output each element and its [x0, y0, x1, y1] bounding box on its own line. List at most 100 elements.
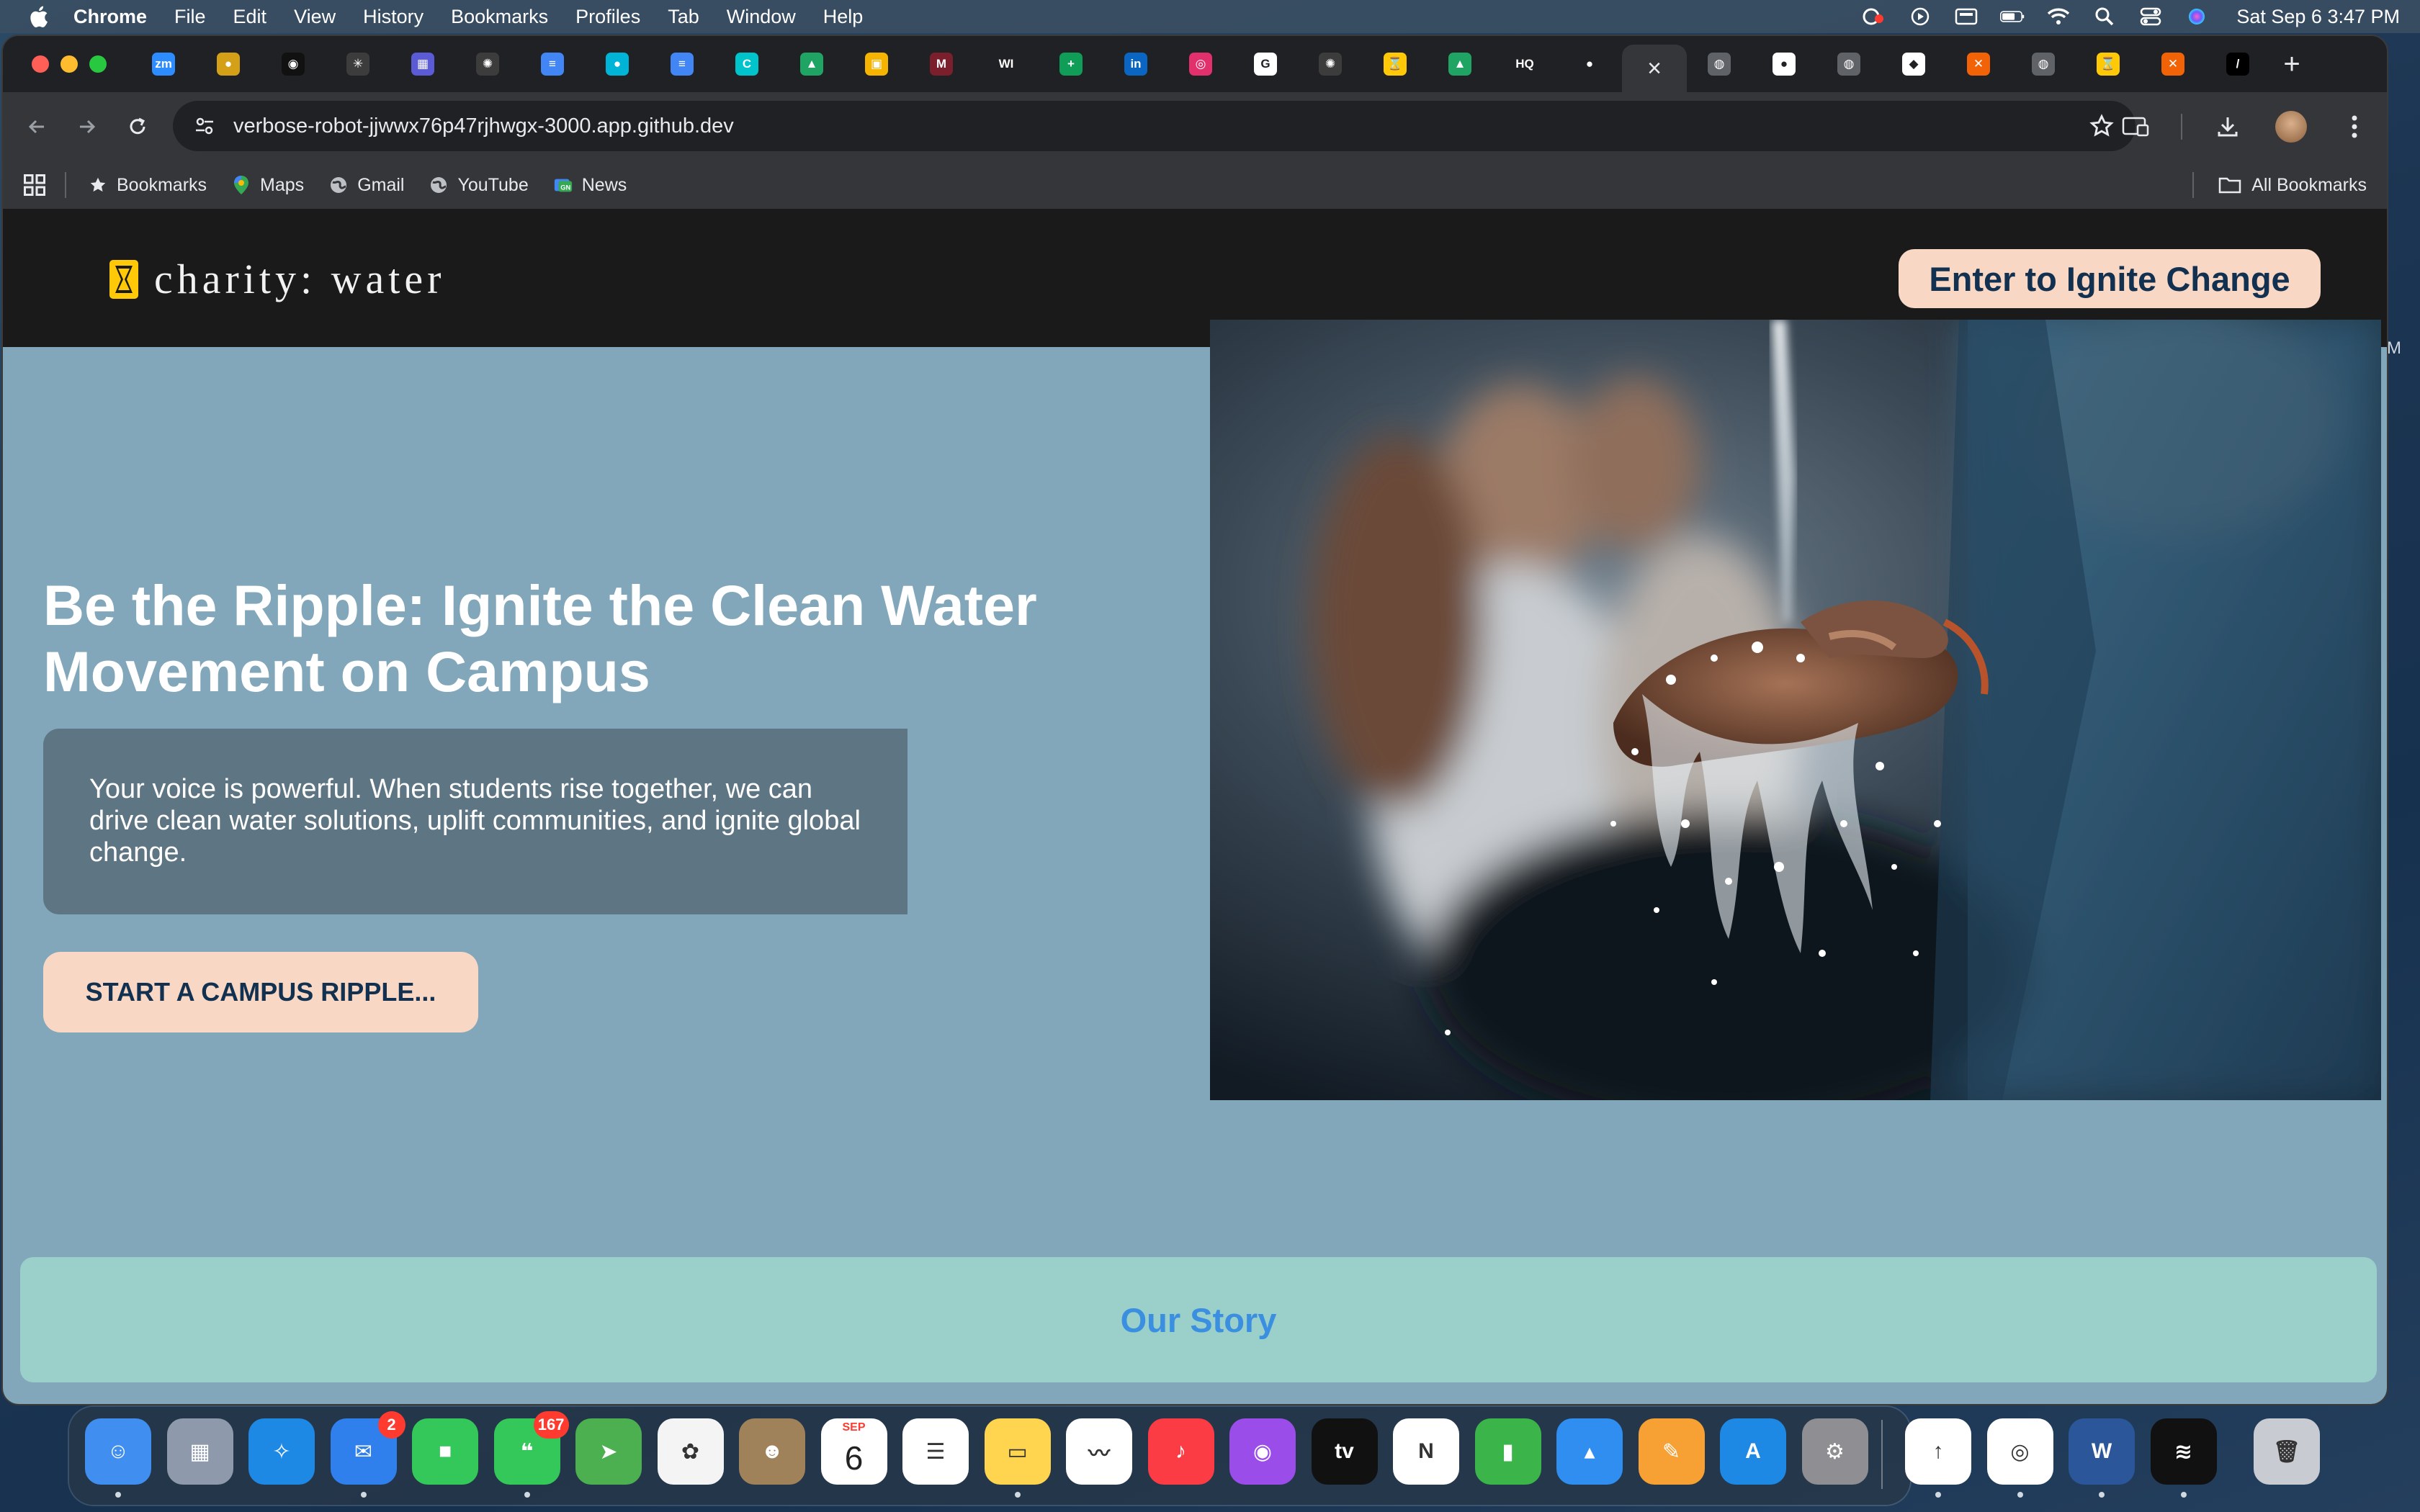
apps-grid-icon[interactable] — [22, 172, 48, 198]
zoom-window-button[interactable] — [89, 55, 107, 73]
contacts-app-icon[interactable]: ☻ — [739, 1418, 805, 1485]
menu-window[interactable]: Window — [727, 6, 796, 28]
app-store-app-icon[interactable]: A — [1720, 1418, 1786, 1485]
system-settings-app-icon[interactable]: ⚙ — [1801, 1418, 1868, 1485]
browser-tab[interactable]: ● — [196, 42, 261, 86]
browser-tab[interactable]: ✕ — [2141, 42, 2205, 86]
trash-app-icon[interactable]: 🗑 — [2254, 1418, 2320, 1485]
menu-history[interactable]: History — [363, 6, 424, 28]
all-bookmarks-button[interactable]: All Bookmarks — [2218, 175, 2367, 196]
facetime-app-icon[interactable]: ■ — [412, 1418, 478, 1485]
menu-app-name[interactable]: Chrome — [73, 6, 147, 28]
minimize-window-button[interactable] — [60, 55, 78, 73]
site-logo[interactable]: charity: water — [108, 255, 445, 303]
browser-tab[interactable]: ≡ — [520, 42, 585, 86]
spotify-app-icon[interactable]: ≋ — [2150, 1418, 2217, 1498]
chrome-app-icon[interactable]: ◎ — [1986, 1418, 2053, 1498]
menu-file[interactable]: File — [174, 6, 206, 28]
menu-help[interactable]: Help — [823, 6, 864, 28]
download-icon[interactable] — [2210, 102, 2246, 152]
bookmark-news[interactable]: GN News — [553, 175, 627, 196]
browser-tab[interactable]: ● — [1557, 42, 1622, 86]
start-campus-ripple-button[interactable]: START A CAMPUS RIPPLE... — [43, 952, 478, 1032]
menu-edit[interactable]: Edit — [233, 6, 267, 28]
bookmark-maps[interactable]: Maps — [231, 175, 304, 196]
search-icon[interactable] — [2092, 6, 2117, 27]
kebab-menu-icon[interactable] — [2336, 102, 2372, 152]
music-app-icon[interactable]: ♪ — [1147, 1418, 1214, 1485]
keynote-app-icon[interactable]: ▴ — [1556, 1418, 1623, 1485]
menu-profiles[interactable]: Profiles — [575, 6, 640, 28]
browser-tab[interactable]: ◍ — [1687, 42, 1752, 86]
profile-avatar[interactable] — [2273, 102, 2309, 152]
play-icon[interactable] — [1908, 6, 1932, 27]
browser-tab[interactable]: zm — [131, 42, 196, 86]
photos-app-icon[interactable]: ✿ — [657, 1418, 724, 1485]
news-app-icon[interactable]: N — [1393, 1418, 1459, 1485]
display-icon[interactable] — [1954, 6, 1978, 27]
control-center-icon[interactable] — [2138, 6, 2163, 27]
freeform-app-icon[interactable]: 〰 — [1066, 1418, 1132, 1485]
browser-tab[interactable]: ◎ — [1168, 42, 1233, 86]
maps-app-icon[interactable]: ➤ — [575, 1418, 642, 1485]
close-icon[interactable]: × — [1647, 55, 1662, 83]
browser-tab[interactable]: G — [1233, 42, 1298, 86]
address-bar[interactable]: verbose-robot-jjwwx76p47rjhwgx-3000.app.… — [173, 101, 2136, 151]
browser-tab[interactable]: ✺ — [1298, 42, 1363, 86]
tv-app-icon[interactable]: tv — [1311, 1418, 1378, 1485]
browser-tab[interactable]: ✺ — [455, 42, 520, 86]
our-story-section[interactable]: Our Story — [20, 1257, 2377, 1382]
browser-tab[interactable]: M — [909, 42, 974, 86]
browser-tab[interactable]: ● — [1752, 42, 1816, 86]
browser-tab[interactable]: ⌛ — [1363, 42, 1428, 86]
numbers-app-icon[interactable]: ▮ — [1474, 1418, 1541, 1485]
browser-tab[interactable]: ● — [585, 42, 650, 86]
browser-tab[interactable]: in — [1103, 42, 1168, 86]
browser-tab[interactable]: ≡ — [650, 42, 714, 86]
siri-icon[interactable] — [2184, 6, 2209, 27]
bookmark-gmail[interactable]: Gmail — [328, 175, 404, 196]
browser-tab[interactable]: ◉ — [261, 42, 326, 86]
browser-tab[interactable]: ✳ — [326, 42, 390, 86]
close-window-button[interactable] — [32, 55, 49, 73]
transloader-app-icon[interactable]: ↑ — [1905, 1418, 1971, 1498]
browser-tab[interactable]: C — [714, 42, 779, 86]
browser-tab[interactable]: + — [1039, 42, 1103, 86]
back-button[interactable] — [12, 102, 62, 152]
word-app-icon[interactable]: W — [2069, 1418, 2135, 1498]
mail-app-icon[interactable]: ✉ 2 — [330, 1411, 405, 1498]
browser-tab[interactable]: ▣ — [844, 42, 909, 86]
browser-tab[interactable]: ◍ — [2011, 42, 2076, 86]
wifi-icon[interactable] — [2046, 6, 2071, 27]
messages-app-icon[interactable]: ❝ 167 — [493, 1411, 569, 1498]
screen-share-icon[interactable] — [1862, 6, 1886, 27]
menu-bookmarks[interactable]: Bookmarks — [451, 6, 548, 28]
new-tab-button[interactable]: + — [2270, 42, 2313, 86]
reminders-app-icon[interactable]: ☰ — [902, 1418, 969, 1485]
active-tab[interactable]: × — [1622, 45, 1687, 92]
safari-app-icon[interactable]: ✧ — [248, 1418, 315, 1485]
podcasts-app-icon[interactable]: ◉ — [1229, 1418, 1296, 1485]
reload-button[interactable] — [112, 102, 163, 152]
site-info-icon[interactable] — [190, 112, 219, 140]
calendar-app-icon[interactable]: SEP 6 — [820, 1418, 887, 1485]
enter-to-ignite-change-button[interactable]: Enter to Ignite Change — [1899, 249, 2321, 308]
browser-tab[interactable]: ◍ — [1816, 42, 1881, 86]
forward-button[interactable] — [62, 102, 112, 152]
launchpad-app-icon[interactable]: ▦ — [166, 1418, 233, 1485]
battery-icon[interactable] — [2000, 6, 2025, 27]
browser-tab[interactable]: HQ — [1492, 42, 1557, 86]
bookmark-youtube[interactable]: YouTube — [429, 175, 529, 196]
browser-tab[interactable]: ✕ — [1946, 42, 2011, 86]
browser-tab[interactable]: ⌛ — [2076, 42, 2141, 86]
browser-tab[interactable]: ▲ — [779, 42, 844, 86]
browser-tab[interactable]: / — [2205, 42, 2270, 86]
bookmark-bookmarks[interactable]: Bookmarks — [88, 175, 207, 196]
browser-tab[interactable]: ◆ — [1881, 42, 1946, 86]
url-text[interactable]: verbose-robot-jjwwx76p47rjhwgx-3000.app.… — [233, 114, 734, 138]
browser-tab[interactable]: ▦ — [390, 42, 455, 86]
browser-tab[interactable]: WI — [974, 42, 1039, 86]
cast-icon[interactable] — [2118, 102, 2154, 152]
menu-tab[interactable]: Tab — [668, 6, 699, 28]
pages-app-icon[interactable]: ✎ — [1638, 1418, 1705, 1485]
